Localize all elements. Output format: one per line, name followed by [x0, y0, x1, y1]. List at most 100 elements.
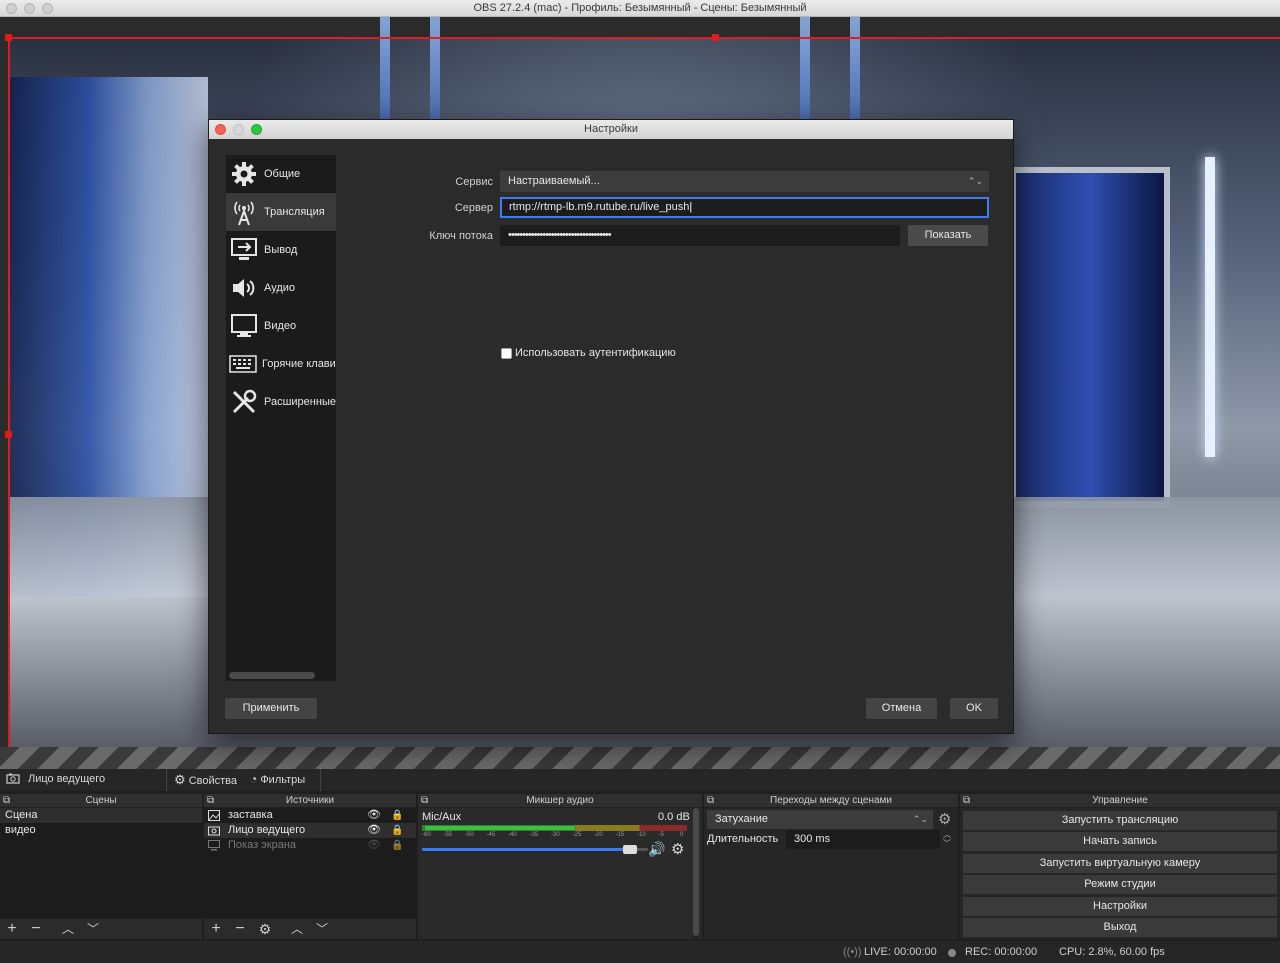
meter-tick-label: -10 [637, 832, 646, 838]
properties-button[interactable]: ⚙ Свойства [174, 772, 237, 788]
selection-border [8, 37, 10, 747]
meter-tick-label: -50 [465, 832, 474, 838]
lock-icon[interactable]: 🔒 [391, 823, 403, 838]
transition-select[interactable]: Затухание ⌃⌄ [707, 810, 933, 829]
undock-icon[interactable]: ⧉ [3, 794, 10, 807]
stream-key-input[interactable]: •••••••••••••••••••••••••••••••••••• [500, 225, 900, 246]
channel-level: 0.0 dB [658, 811, 690, 823]
zoom-window-button[interactable] [42, 3, 53, 14]
studio-light-strip [1205, 157, 1215, 457]
scenes-toolbar: + − ︿ ﹀ [0, 919, 202, 939]
eye-icon[interactable]: 👁 [367, 808, 381, 823]
nav-item-hotkeys[interactable]: Горячие клавиши [226, 345, 336, 383]
move-up-icon[interactable]: ︿ [287, 919, 307, 939]
cancel-button[interactable]: Отмена [866, 698, 937, 719]
live-timer: LIVE: 00:00:00 [864, 946, 937, 958]
undock-icon[interactable]: ⧉ [707, 794, 714, 807]
nav-item-general[interactable]: Общие [226, 155, 336, 193]
settings-button[interactable]: Настройки [963, 897, 1277, 916]
auth-label: Использовать аутентификацию [515, 347, 676, 359]
meter-tick-label: 0 [680, 832, 684, 838]
meter-tick-label: -20 [594, 832, 603, 838]
scene-item[interactable]: видео [0, 823, 202, 838]
filter-icon: ◔ [250, 772, 258, 786]
close-dialog-button[interactable] [215, 124, 226, 135]
stepper-icon[interactable]: ︿ ﹀ [943, 830, 951, 848]
volume-slider[interactable] [422, 845, 648, 854]
nav-item-stream[interactable]: Трансляция [226, 193, 336, 231]
divider [166, 769, 167, 791]
remove-icon[interactable]: − [230, 919, 250, 939]
properties-label: Свойства [188, 775, 238, 787]
source-label: заставка [228, 809, 273, 821]
minimize-dialog-button [233, 124, 244, 135]
monitor-icon [229, 311, 259, 341]
studio-mode-button[interactable]: Режим студии [963, 875, 1277, 894]
lock-icon[interactable]: 🔒 [391, 838, 403, 853]
gear-icon[interactable]: ⚙ [255, 919, 275, 939]
duration-input[interactable]: 300 ms [786, 830, 940, 849]
scenes-dock-title: ⧉ Сцены [0, 794, 202, 807]
meter-level [425, 826, 575, 830]
nav-item-audio[interactable]: Аудио [226, 269, 336, 307]
server-input[interactable]: rtmp://rtmp-lb.m9.rutube.ru/live_push| [500, 197, 989, 218]
transition-value: Затухание [715, 813, 769, 825]
speaker-icon[interactable]: 🔊 [648, 841, 665, 858]
source-item[interactable]: заставка 👁 🔒 [204, 808, 416, 823]
eye-icon[interactable]: 👁 [367, 823, 381, 838]
undock-icon[interactable]: ⧉ [963, 794, 970, 807]
dialog-title: Настройки [584, 123, 638, 135]
close-window-button[interactable] [6, 3, 17, 14]
show-key-button[interactable]: Показать [908, 225, 988, 246]
scene-item[interactable]: Сцена [0, 808, 202, 823]
nav-label: Трансляция [264, 206, 325, 218]
apply-button[interactable]: Применить [225, 698, 317, 719]
broadcast-icon [229, 197, 259, 227]
keyboard-icon [229, 349, 257, 379]
resize-handle[interactable] [5, 34, 12, 41]
dock-title-label: Источники [285, 795, 335, 806]
move-up-icon[interactable]: ︿ [58, 919, 78, 939]
start-streaming-button[interactable]: Запустить трансляцию [963, 811, 1277, 830]
gear-icon[interactable]: ⚙ [671, 840, 684, 858]
undock-icon[interactable]: ⧉ [421, 794, 428, 807]
volume-handle[interactable] [622, 845, 637, 854]
service-select[interactable]: Настраиваемый... ⌃⌄ [500, 171, 989, 192]
move-down-icon[interactable]: ﹀ [83, 919, 103, 939]
nav-item-output[interactable]: Вывод [226, 231, 336, 269]
add-icon[interactable]: + [206, 919, 226, 939]
lock-icon[interactable]: 🔒 [391, 808, 403, 823]
resize-handle[interactable] [5, 431, 12, 438]
ok-button[interactable]: OK [950, 698, 998, 719]
meter-tick-label: -25 [572, 832, 582, 838]
auth-checkbox[interactable] [501, 348, 512, 359]
meter-tick-label: -35 [529, 832, 539, 838]
camera-icon [6, 773, 20, 787]
nav-item-video[interactable]: Видео [226, 307, 336, 345]
source-item[interactable]: Лицо ведущего 👁 🔒 [204, 823, 416, 838]
broadcast-icon: ((•)) [843, 946, 862, 958]
undock-icon[interactable]: ⧉ [207, 794, 214, 807]
nav-scrollbar[interactable] [229, 672, 315, 679]
start-virtual-camera-button[interactable]: Запустить виртуальную камеру [963, 854, 1277, 873]
status-bar: ((•)) LIVE: 00:00:00 REC: 00:00:00 CPU: … [0, 941, 1280, 963]
mixer-scrollbar[interactable] [693, 808, 699, 938]
zoom-dialog-button[interactable] [251, 124, 262, 135]
meter-tick-label: -55 [443, 832, 453, 838]
source-item[interactable]: Показ экрана 👁 🔒 [204, 838, 416, 853]
start-recording-button[interactable]: Начать запись [963, 832, 1277, 851]
minimize-window-button[interactable] [24, 3, 35, 14]
exit-button[interactable]: Выход [963, 918, 1277, 937]
nav-item-advanced[interactable]: Расширенные [226, 383, 336, 421]
eye-hidden-icon[interactable]: 👁 [367, 838, 381, 853]
filters-button[interactable]: ◔ Фильтры [250, 772, 305, 786]
resize-handle[interactable] [712, 34, 719, 41]
mixer-scroll-thumb[interactable] [693, 808, 699, 936]
move-down-icon[interactable]: ﹀ [312, 919, 332, 939]
add-icon[interactable]: + [2, 919, 22, 939]
selection-border [8, 37, 1280, 39]
current-source-name: Лицо ведущего [28, 773, 106, 785]
nav-label: Вывод [264, 244, 298, 256]
gear-icon[interactable]: ⚙ [938, 810, 951, 828]
remove-icon[interactable]: − [26, 919, 46, 939]
